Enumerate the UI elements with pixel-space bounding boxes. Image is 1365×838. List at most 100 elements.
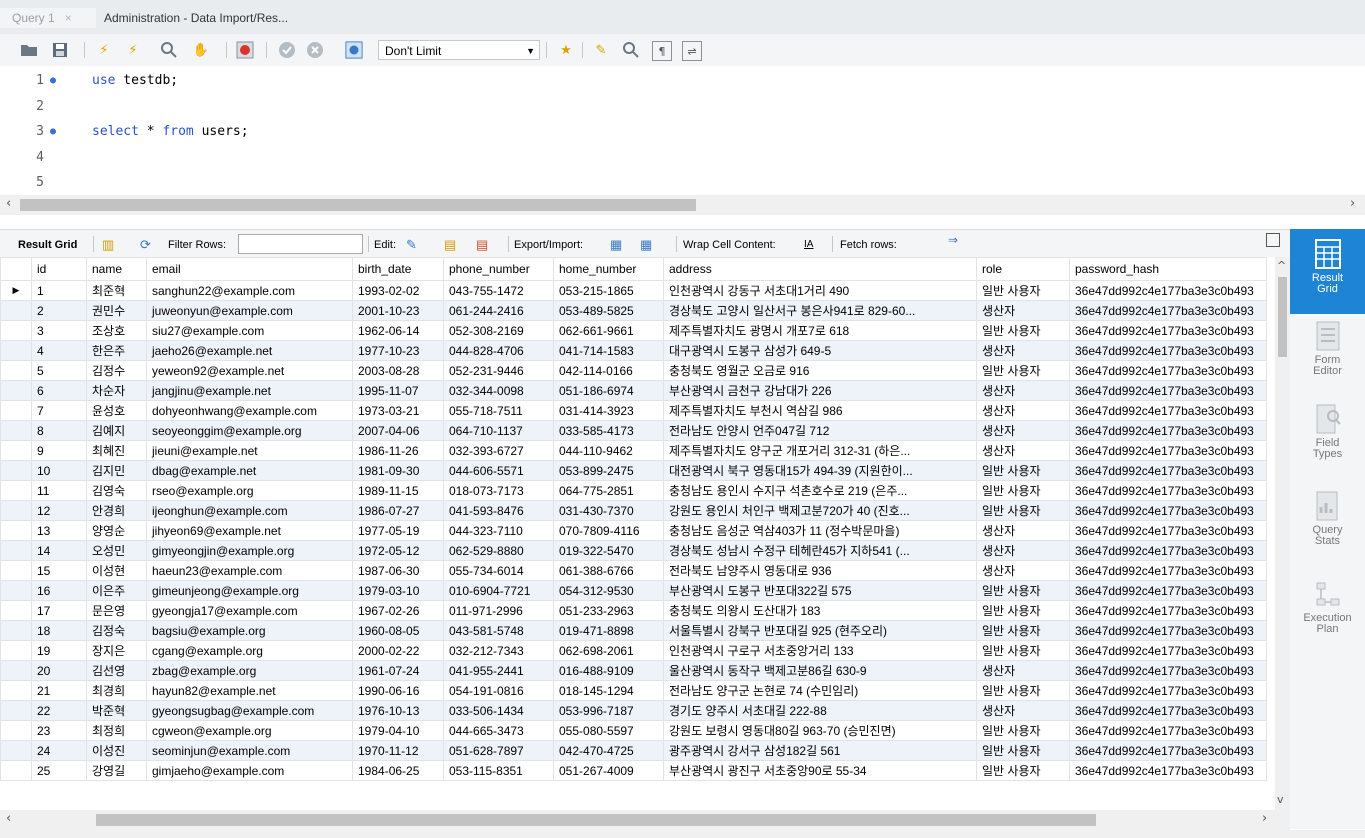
- cell-address[interactable]: 충청북도 영월군 오금로 916: [663, 360, 977, 381]
- cell-id[interactable]: 6: [31, 380, 87, 401]
- column-header-birth-date[interactable]: birth_date: [352, 257, 444, 281]
- cell-phone-number[interactable]: 055-718-7511: [443, 400, 554, 421]
- cell-role[interactable]: 일반 사용자: [976, 620, 1070, 641]
- cell-password-hash[interactable]: 36e47dd992c4e177ba3e3c0b493: [1069, 660, 1267, 681]
- import-icon[interactable]: ▦: [640, 237, 652, 253]
- cell-name[interactable]: 김정숙: [86, 620, 147, 641]
- cell-role[interactable]: 생산자: [976, 340, 1070, 361]
- cell-birth-date[interactable]: 1989-11-15: [352, 480, 444, 501]
- wrap-lines-icon[interactable]: ⇌: [682, 41, 702, 61]
- cell-address[interactable]: 충청남도 용인시 수지구 석촌호수로 219 (은주...: [663, 480, 977, 501]
- cell-email[interactable]: gimeunjeong@example.org: [146, 580, 353, 601]
- stop-icon[interactable]: ✋: [192, 41, 210, 59]
- cell-address[interactable]: 울산광역시 동작구 백제고분86길 630-9: [663, 660, 977, 681]
- cell-password-hash[interactable]: 36e47dd992c4e177ba3e3c0b493: [1069, 700, 1267, 721]
- table-row[interactable]: 24 이성진 seominjun@example.com 1970-11-12 051-…: [0, 740, 1267, 761]
- cell-address[interactable]: 인천광역시 구로구 서초중앙거리 133: [663, 640, 977, 661]
- row-selector[interactable]: [0, 360, 32, 381]
- cell-birth-date[interactable]: 1993-02-02: [352, 280, 444, 301]
- table-row[interactable]: 11 김영숙 rseo@example.org 1989-11-15 018-073-7…: [0, 480, 1267, 501]
- scroll-right-icon[interactable]: ›: [1350, 196, 1355, 211]
- table-row[interactable]: 5 김정수 yeweon92@example.net 2003-08-28 052-23…: [0, 360, 1267, 381]
- cell-role[interactable]: 생산자: [976, 300, 1070, 321]
- add-snippet-icon[interactable]: ★: [556, 41, 576, 59]
- table-row[interactable]: ▶ 1 최준혁 sanghun22@example.com 1993-02-02 043-…: [0, 280, 1267, 301]
- cell-email[interactable]: gyeongja17@example.com: [146, 600, 353, 621]
- cell-id[interactable]: 23: [31, 720, 87, 741]
- cell-home-number[interactable]: 042-470-4725: [553, 740, 664, 761]
- cell-name[interactable]: 권민수: [86, 300, 147, 321]
- cell-phone-number[interactable]: 041-593-8476: [443, 500, 554, 521]
- row-selector[interactable]: [0, 660, 32, 681]
- delete-row-icon[interactable]: ▤: [476, 237, 488, 253]
- table-row[interactable]: 14 오성민 gimyeongjin@example.org 1972-05-12 06…: [0, 540, 1267, 561]
- cell-name[interactable]: 차순자: [86, 380, 147, 401]
- cell-role[interactable]: 생산자: [976, 400, 1070, 421]
- execution-plan-tab[interactable]: Execution Plan: [1290, 579, 1365, 659]
- cell-home-number[interactable]: 016-488-9109: [553, 660, 664, 681]
- cell-birth-date[interactable]: 1967-02-26: [352, 600, 444, 621]
- cell-role[interactable]: 일반 사용자: [976, 460, 1070, 481]
- execute-icon[interactable]: ⚡: [95, 41, 113, 59]
- cell-role[interactable]: 일반 사용자: [976, 580, 1070, 601]
- row-selector[interactable]: [0, 560, 32, 581]
- cell-birth-date[interactable]: 1972-05-12: [352, 540, 444, 561]
- scroll-thumb[interactable]: [96, 814, 1096, 826]
- cell-password-hash[interactable]: 36e47dd992c4e177ba3e3c0b493: [1069, 360, 1267, 381]
- cell-role[interactable]: 일반 사용자: [976, 760, 1070, 781]
- cell-address[interactable]: 부산광역시 광진구 서초중앙90로 55-34: [663, 760, 977, 781]
- cell-id[interactable]: 20: [31, 660, 87, 681]
- cell-email[interactable]: jihyeon69@example.net: [146, 520, 353, 541]
- column-header-address[interactable]: address: [663, 257, 977, 281]
- cell-phone-number[interactable]: 032-344-0098: [443, 380, 554, 401]
- cell-email[interactable]: sanghun22@example.com: [146, 280, 353, 301]
- sql-editor[interactable]: 1 ● use testdb; 2 3 ● select * from user…: [0, 66, 1365, 194]
- cell-home-number[interactable]: 053-215-1865: [553, 280, 664, 301]
- cell-id[interactable]: 13: [31, 520, 87, 541]
- cell-home-number[interactable]: 053-899-2475: [553, 460, 664, 481]
- cell-birth-date[interactable]: 1987-06-30: [352, 560, 444, 581]
- table-row[interactable]: 20 김선영 zbag@example.org 1961-07-24 041-955-2…: [0, 660, 1267, 681]
- cell-birth-date[interactable]: 1995-11-07: [352, 380, 444, 401]
- cell-role[interactable]: 일반 사용자: [976, 320, 1070, 341]
- cell-name[interactable]: 한은주: [86, 340, 147, 361]
- cell-password-hash[interactable]: 36e47dd992c4e177ba3e3c0b493: [1069, 740, 1267, 761]
- cell-role[interactable]: 생산자: [976, 540, 1070, 561]
- cell-role[interactable]: 생산자: [976, 440, 1070, 461]
- row-selector[interactable]: [0, 600, 32, 621]
- cell-name[interactable]: 김지민: [86, 460, 147, 481]
- cell-address[interactable]: 제주특별자치도 부천시 역삼길 986: [663, 400, 977, 421]
- cell-address[interactable]: 인천광역시 강동구 서초대1거리 490: [663, 280, 977, 301]
- cell-home-number[interactable]: 033-585-4173: [553, 420, 664, 441]
- cell-role[interactable]: 일반 사용자: [976, 640, 1070, 661]
- cell-phone-number[interactable]: 032-393-6727: [443, 440, 554, 461]
- cell-role[interactable]: 생산자: [976, 660, 1070, 681]
- cell-role[interactable]: 일반 사용자: [976, 740, 1070, 761]
- table-row[interactable]: 6 차순자 jangjinu@example.net 1995-11-07 032-34…: [0, 380, 1267, 401]
- cell-home-number[interactable]: 031-430-7370: [553, 500, 664, 521]
- cell-name[interactable]: 장지은: [86, 640, 147, 661]
- cell-email[interactable]: jaeho26@example.net: [146, 340, 353, 361]
- cell-address[interactable]: 경기도 양주시 서초대길 222-88: [663, 700, 977, 721]
- form-editor-tab[interactable]: Form Editor: [1290, 321, 1365, 391]
- row-selector[interactable]: [0, 540, 32, 561]
- cell-id[interactable]: 22: [31, 700, 87, 721]
- autocommit-icon[interactable]: [344, 41, 364, 59]
- cell-id[interactable]: 21: [31, 680, 87, 701]
- row-selector[interactable]: [0, 300, 32, 321]
- cell-password-hash[interactable]: 36e47dd992c4e177ba3e3c0b493: [1069, 640, 1267, 661]
- cell-role[interactable]: 일반 사용자: [976, 360, 1070, 381]
- cell-phone-number[interactable]: 062-529-8880: [443, 540, 554, 561]
- column-header-home-number[interactable]: home_number: [553, 257, 664, 281]
- beautify-icon[interactable]: ✎: [592, 41, 610, 59]
- editor-horizontal-scrollbar[interactable]: ‹ ›: [0, 195, 1365, 215]
- cell-birth-date[interactable]: 1986-07-27: [352, 500, 444, 521]
- cell-password-hash[interactable]: 36e47dd992c4e177ba3e3c0b493: [1069, 580, 1267, 601]
- cell-name[interactable]: 이은주: [86, 580, 147, 601]
- cell-home-number[interactable]: 019-322-5470: [553, 540, 664, 561]
- cell-password-hash[interactable]: 36e47dd992c4e177ba3e3c0b493: [1069, 680, 1267, 701]
- cell-birth-date[interactable]: 1981-09-30: [352, 460, 444, 481]
- cell-birth-date[interactable]: 1986-11-26: [352, 440, 444, 461]
- grid-layout-icon[interactable]: ▥: [102, 237, 114, 253]
- cell-address[interactable]: 전라남도 양구군 논현로 74 (수민임리): [663, 680, 977, 701]
